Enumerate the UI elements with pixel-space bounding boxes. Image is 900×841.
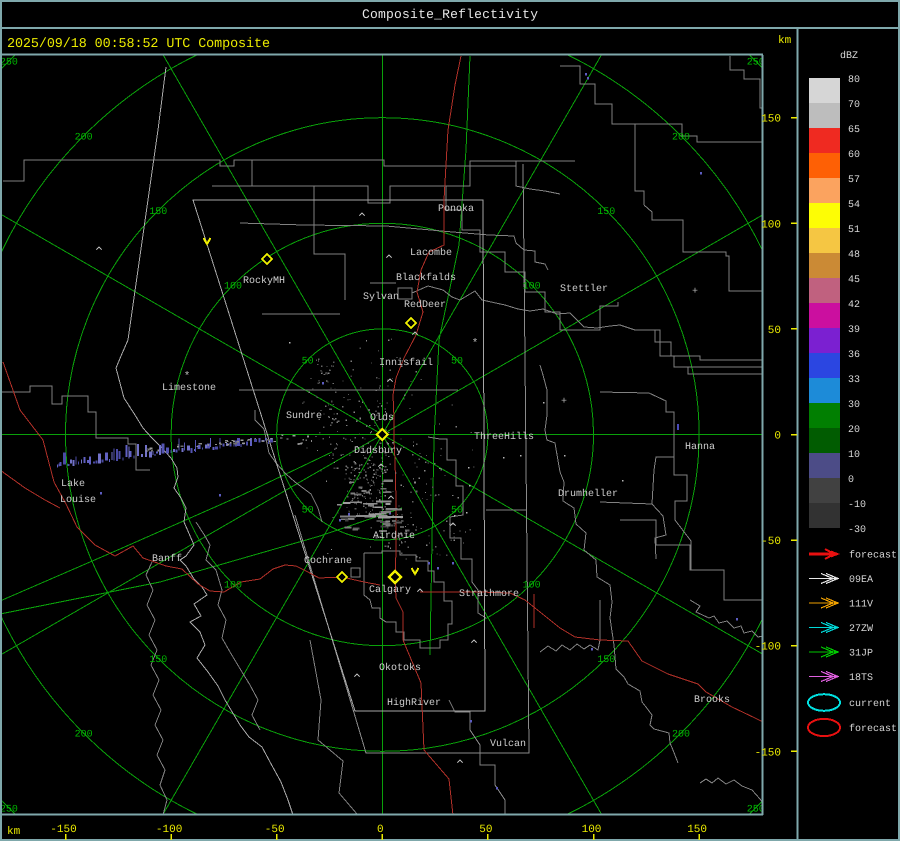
svg-text:30: 30 bbox=[848, 400, 860, 411]
svg-text:Didsbury: Didsbury bbox=[354, 445, 402, 457]
svg-text:10: 10 bbox=[848, 450, 860, 461]
svg-text:50: 50 bbox=[768, 325, 781, 337]
svg-text:200: 200 bbox=[75, 730, 93, 741]
svg-text:2025/09/18 00:58:52 UTC Compos: 2025/09/18 00:58:52 UTC Composite bbox=[7, 37, 270, 52]
svg-text:RockyMH: RockyMH bbox=[243, 275, 285, 287]
svg-text:33: 33 bbox=[848, 375, 860, 386]
svg-text:Blackfalds: Blackfalds bbox=[396, 272, 456, 284]
svg-text:111V: 111V bbox=[849, 600, 873, 611]
svg-text:18TS: 18TS bbox=[849, 673, 873, 684]
svg-text:Composite_Reflectivity: Composite_Reflectivity bbox=[362, 7, 538, 22]
svg-text:200: 200 bbox=[672, 132, 690, 143]
svg-text:50: 50 bbox=[302, 506, 314, 517]
svg-text:100: 100 bbox=[523, 282, 541, 293]
svg-text:150: 150 bbox=[761, 114, 781, 126]
svg-text:-150: -150 bbox=[755, 747, 781, 759]
svg-text:100: 100 bbox=[224, 282, 242, 293]
svg-text:42: 42 bbox=[848, 300, 860, 311]
svg-text:forecast: forecast bbox=[849, 550, 897, 562]
svg-text:70: 70 bbox=[848, 100, 860, 111]
svg-text:Olds: Olds bbox=[370, 412, 394, 424]
svg-text:km: km bbox=[778, 35, 792, 47]
svg-text:200: 200 bbox=[75, 132, 93, 143]
svg-text:Brooks: Brooks bbox=[694, 694, 730, 706]
svg-text:31JP: 31JP bbox=[849, 649, 873, 660]
svg-text:Ponoka: Ponoka bbox=[438, 203, 474, 215]
svg-text:45: 45 bbox=[848, 275, 860, 286]
svg-text:250: 250 bbox=[0, 58, 18, 69]
svg-text:-100: -100 bbox=[755, 642, 781, 654]
svg-text:forecast: forecast bbox=[849, 723, 897, 735]
svg-text:+: + bbox=[561, 397, 567, 408]
svg-text:80: 80 bbox=[848, 75, 860, 86]
svg-text:39: 39 bbox=[848, 325, 860, 336]
svg-text:Limestone: Limestone bbox=[162, 382, 216, 394]
svg-text:50: 50 bbox=[302, 356, 314, 367]
svg-text:Calgary: Calgary bbox=[369, 584, 411, 596]
svg-text:09EA: 09EA bbox=[849, 575, 873, 586]
svg-text:150: 150 bbox=[149, 655, 167, 666]
svg-text:150: 150 bbox=[687, 824, 707, 836]
svg-text:65: 65 bbox=[848, 125, 860, 136]
svg-text:-150: -150 bbox=[50, 824, 76, 836]
svg-text:36: 36 bbox=[848, 350, 860, 361]
svg-text:*: * bbox=[184, 371, 191, 383]
svg-text:150: 150 bbox=[149, 207, 167, 218]
svg-text:57: 57 bbox=[848, 175, 860, 186]
svg-text:60: 60 bbox=[848, 150, 860, 161]
svg-text:50: 50 bbox=[451, 356, 463, 367]
svg-text:27ZW: 27ZW bbox=[849, 624, 873, 635]
svg-text:Innisfail: Innisfail bbox=[379, 357, 433, 369]
svg-text:*: * bbox=[472, 338, 479, 350]
svg-text:48: 48 bbox=[848, 250, 860, 261]
svg-text:Louise: Louise bbox=[60, 494, 96, 506]
svg-text:RedDeer: RedDeer bbox=[404, 299, 446, 311]
svg-text:-10: -10 bbox=[848, 500, 866, 511]
svg-text:Sundre: Sundre bbox=[286, 410, 322, 422]
svg-text:100: 100 bbox=[523, 580, 541, 591]
svg-text:-30: -30 bbox=[848, 525, 866, 536]
svg-text:-50: -50 bbox=[265, 824, 285, 836]
svg-text:51: 51 bbox=[848, 225, 860, 236]
svg-text:100: 100 bbox=[761, 219, 781, 231]
svg-text:current: current bbox=[849, 699, 891, 710]
svg-text:100: 100 bbox=[224, 580, 242, 591]
svg-text:Lacombe: Lacombe bbox=[410, 247, 452, 259]
svg-text:Drumheller: Drumheller bbox=[558, 488, 618, 500]
svg-text:Lake: Lake bbox=[61, 478, 85, 490]
svg-text:0: 0 bbox=[774, 431, 781, 443]
svg-text:0: 0 bbox=[848, 475, 854, 486]
svg-text:50: 50 bbox=[451, 506, 463, 517]
svg-text:150: 150 bbox=[597, 207, 615, 218]
svg-text:100: 100 bbox=[582, 824, 602, 836]
svg-text:Strathmore: Strathmore bbox=[459, 588, 519, 600]
svg-text:HighRiver: HighRiver bbox=[387, 697, 441, 709]
svg-text:0: 0 bbox=[377, 824, 384, 836]
svg-text:Stettler: Stettler bbox=[560, 283, 608, 295]
svg-text:200: 200 bbox=[672, 730, 690, 741]
svg-text:km: km bbox=[7, 826, 21, 838]
svg-text:+: + bbox=[692, 287, 698, 298]
svg-text:-50: -50 bbox=[761, 536, 781, 548]
svg-text:150: 150 bbox=[597, 655, 615, 666]
svg-text:ThreeHills: ThreeHills bbox=[474, 431, 534, 443]
svg-text:Airdrie: Airdrie bbox=[373, 530, 415, 542]
svg-text:Cochrane: Cochrane bbox=[304, 555, 352, 567]
svg-text:Banff: Banff bbox=[152, 553, 182, 565]
svg-text:Vulcan: Vulcan bbox=[490, 738, 526, 750]
svg-text:50: 50 bbox=[479, 824, 492, 836]
svg-text:Hanna: Hanna bbox=[685, 442, 715, 453]
svg-text:-100: -100 bbox=[156, 824, 182, 836]
svg-text:20: 20 bbox=[848, 425, 860, 436]
svg-text:Okotoks: Okotoks bbox=[379, 662, 421, 674]
svg-text:54: 54 bbox=[848, 200, 860, 211]
svg-text:Sylvan: Sylvan bbox=[363, 291, 399, 303]
svg-text:dBZ: dBZ bbox=[840, 50, 858, 62]
